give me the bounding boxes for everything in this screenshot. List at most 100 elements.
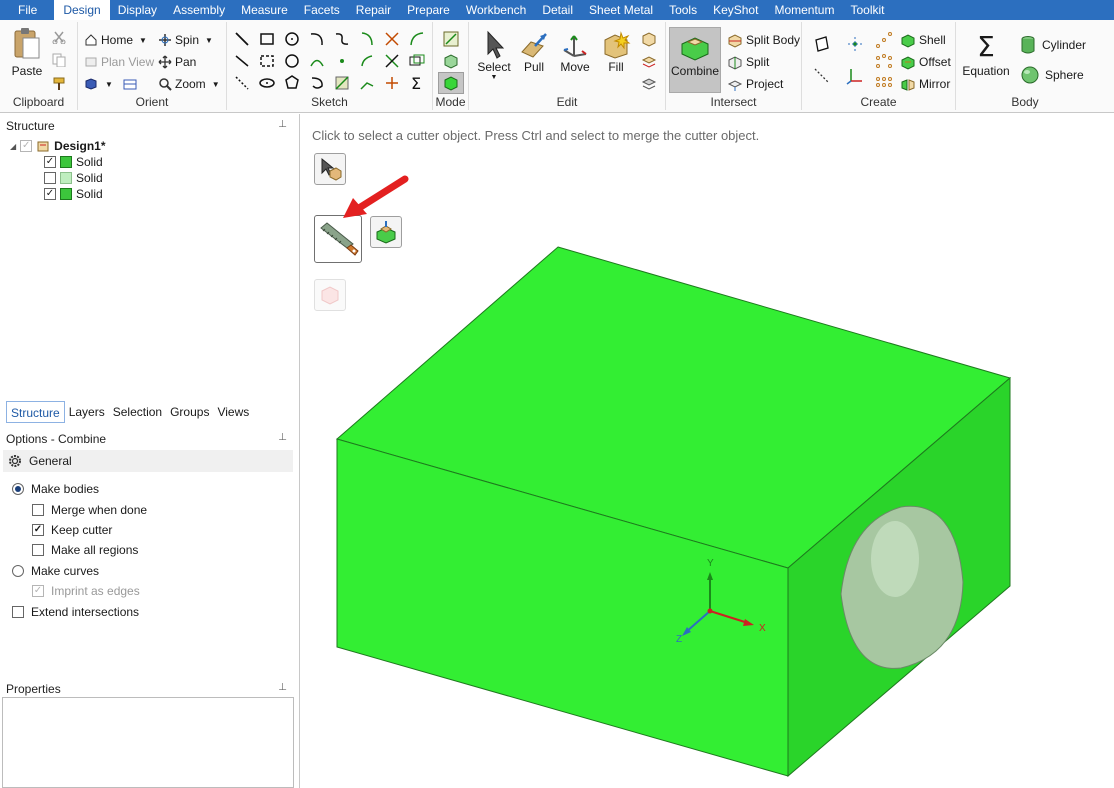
axis-icon[interactable]	[813, 67, 831, 85]
equation-button[interactable]: Σ Equation	[960, 30, 1012, 78]
pin-icon[interactable]: ⊥	[278, 432, 287, 443]
offset-curve-icon[interactable]	[308, 52, 326, 70]
menu-sheet-metal[interactable]: Sheet Metal	[581, 0, 661, 20]
extend-tool-icon[interactable]	[383, 52, 401, 70]
menu-design[interactable]: Design	[54, 0, 110, 20]
extend-intersections-checkbox[interactable]: Extend intersections	[12, 604, 139, 620]
checkbox[interactable]	[32, 504, 44, 516]
menu-prepare[interactable]: Prepare	[399, 0, 458, 20]
circle-tool-icon[interactable]	[283, 30, 301, 48]
fill-button[interactable]: Fill	[597, 30, 635, 74]
tab-groups[interactable]: Groups	[166, 401, 213, 423]
tab-views[interactable]: Views	[213, 401, 253, 423]
rectangle-tool-icon[interactable]	[258, 30, 276, 48]
cut-icon[interactable]	[52, 30, 66, 44]
sketch-mode-icon[interactable]	[442, 30, 460, 48]
move-button[interactable]: Move	[556, 30, 594, 74]
view-cube-button[interactable]: ▼	[84, 74, 138, 94]
tab-structure[interactable]: Structure	[6, 401, 65, 423]
visibility-checkbox[interactable]: ✓	[44, 156, 56, 168]
select-button[interactable]: Select ▼	[475, 30, 513, 81]
pan-button[interactable]: Pan	[158, 52, 196, 72]
corner-tool-icon[interactable]	[358, 74, 376, 92]
tangent-arc-icon[interactable]	[358, 30, 376, 48]
trim-tool-icon[interactable]	[383, 30, 401, 48]
blend-icon[interactable]	[640, 30, 658, 48]
radio-button[interactable]	[12, 483, 24, 495]
pin-icon[interactable]: ⊥	[278, 682, 287, 693]
make-all-regions-checkbox[interactable]: Make all regions	[32, 542, 138, 558]
three-point-circle-icon[interactable]	[283, 52, 301, 70]
split-button[interactable]: Split	[727, 52, 769, 72]
menu-display[interactable]: Display	[110, 0, 165, 20]
collapse-icon[interactable]: ◢	[10, 142, 16, 151]
visibility-checkbox[interactable]: ✓	[44, 188, 56, 200]
3d-mode-button[interactable]	[438, 72, 464, 94]
paste-button[interactable]: Paste	[8, 26, 46, 78]
mirror-button[interactable]: Mirror	[900, 74, 950, 94]
spin-button[interactable]: Spin ▼	[158, 30, 213, 50]
sweep-tool-icon[interactable]	[308, 74, 326, 92]
point-tool-icon[interactable]	[333, 52, 351, 70]
properties-grid[interactable]	[2, 697, 294, 788]
make-curves-radio[interactable]: Make curves	[12, 563, 99, 579]
tree-item[interactable]: ✓ Solid	[44, 154, 103, 170]
intersect-curve-icon[interactable]	[383, 74, 401, 92]
radio-button[interactable]	[12, 565, 24, 577]
tab-selection[interactable]: Selection	[109, 401, 166, 423]
split-body-button[interactable]: Split Body	[727, 30, 800, 50]
menu-file[interactable]: File	[0, 0, 54, 20]
slot-tool-icon[interactable]	[258, 74, 276, 92]
plane-icon[interactable]	[813, 35, 831, 53]
section-mode-icon[interactable]	[442, 52, 460, 70]
replace-icon[interactable]	[640, 74, 658, 92]
plan-view-button[interactable]: Plan View	[84, 52, 154, 72]
axis-system-icon[interactable]	[846, 67, 864, 85]
merge-when-done-checkbox[interactable]: Merge when done	[32, 502, 147, 518]
menu-measure[interactable]: Measure	[233, 0, 296, 20]
imprint-as-edges-checkbox[interactable]: ✓ Imprint as edges	[32, 583, 140, 599]
checkbox[interactable]	[32, 544, 44, 556]
line-tool-icon[interactable]	[233, 30, 251, 48]
design-viewport[interactable]: Click to select a cutter object. Press C…	[301, 114, 1114, 788]
model-view[interactable]: Y X Z	[301, 114, 1114, 788]
offset-button[interactable]: Offset	[900, 52, 951, 72]
menu-facets[interactable]: Facets	[296, 0, 348, 20]
make-bodies-radio[interactable]: Make bodies	[12, 481, 99, 497]
construction-line-icon[interactable]	[233, 74, 251, 92]
shell-button[interactable]: Shell	[900, 30, 946, 50]
tweak-face-icon[interactable]	[640, 52, 658, 70]
pull-button[interactable]: Pull	[515, 30, 553, 74]
sphere-button[interactable]: Sphere	[1020, 64, 1084, 86]
copy-icon[interactable]	[52, 53, 66, 67]
menu-detail[interactable]: Detail	[534, 0, 581, 20]
origin-icon[interactable]	[846, 35, 864, 53]
general-section-header[interactable]: General	[3, 450, 293, 472]
menu-workbench[interactable]: Workbench	[458, 0, 534, 20]
checkbox[interactable]	[12, 606, 24, 618]
checkbox[interactable]: ✓	[32, 524, 44, 536]
combine-button[interactable]: Combine	[669, 27, 721, 93]
project-button[interactable]: Project	[727, 74, 783, 94]
home-button[interactable]: Home ▼	[84, 30, 147, 50]
bend-tool-icon[interactable]	[358, 52, 376, 70]
menu-momentum[interactable]: Momentum	[766, 0, 842, 20]
tab-layers[interactable]: Layers	[65, 401, 109, 423]
cylinder-button[interactable]: Cylinder	[1020, 34, 1086, 56]
keep-cutter-checkbox[interactable]: ✓ Keep cutter	[32, 522, 112, 538]
split-line-icon[interactable]	[333, 74, 351, 92]
project-sketch-icon[interactable]	[408, 52, 426, 70]
menu-keyshot[interactable]: KeyShot	[705, 0, 766, 20]
menu-assembly[interactable]: Assembly	[165, 0, 233, 20]
tree-item[interactable]: ✓ Solid	[44, 186, 103, 202]
visibility-checkbox[interactable]	[44, 172, 56, 184]
format-painter-icon[interactable]	[52, 76, 68, 92]
menu-toolkit[interactable]: Toolkit	[842, 0, 892, 20]
polyline-tool-icon[interactable]	[233, 52, 251, 70]
polygon-tool-icon[interactable]	[283, 74, 301, 92]
pin-icon[interactable]: ⊥	[278, 119, 287, 130]
menu-repair[interactable]: Repair	[348, 0, 399, 20]
checkbox[interactable]: ✓	[32, 585, 44, 597]
three-point-rectangle-icon[interactable]	[258, 52, 276, 70]
zoom-button[interactable]: Zoom ▼	[158, 74, 220, 94]
